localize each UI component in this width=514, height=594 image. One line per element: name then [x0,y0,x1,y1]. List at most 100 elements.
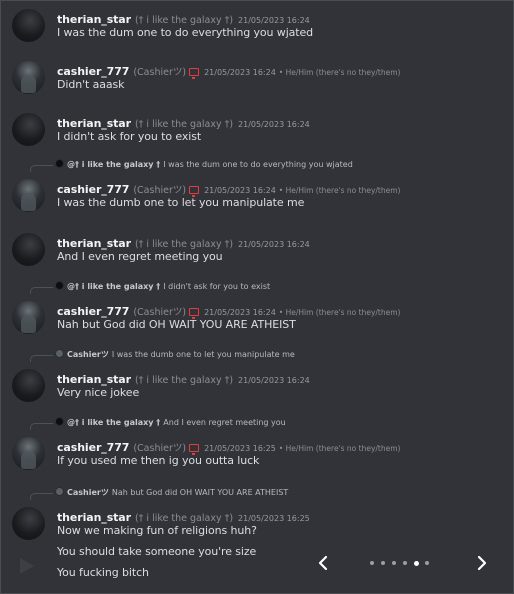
nickname: (Cashierツ) [133,185,187,196]
reply-connector [30,165,53,172]
username[interactable]: therian_star [57,511,131,524]
nickname: († i like the galaxy †) [134,15,234,26]
play-icon[interactable] [20,558,34,574]
message-header: therian_star († i like the galaxy †) 21/05… [57,368,310,387]
timestamp: 21/05/2023 16:24 [238,240,310,249]
user-avatar[interactable] [12,9,45,42]
message-text: If you used me then ig you outta luck [57,454,260,467]
pronouns: • He/Him (there's no they/them) [278,68,401,77]
reply-text: I didn't ask for you to exist [163,282,271,291]
username[interactable]: therian_star [57,117,131,130]
user-avatar[interactable] [12,179,45,212]
reply-connector [30,493,53,500]
user-avatar[interactable] [12,233,45,266]
timestamp: 21/05/2023 16:24 [204,68,276,77]
moderator-icon [189,444,200,455]
carousel-prev-button[interactable] [317,555,329,576]
username[interactable]: therian_star [57,13,131,26]
user-avatar[interactable] [12,113,45,146]
carousel-dot[interactable] [403,561,407,565]
carousel-next-button[interactable] [476,555,488,576]
message-header: cashier_777 (Cashierツ) 21/05/2023 16:25 • H… [57,436,400,455]
reply-preview[interactable]: @† i like the galaxy † And I even regret … [55,417,286,427]
username[interactable]: therian_star [57,237,131,250]
carousel-dot[interactable] [414,560,419,566]
reply-author[interactable]: Cashierツ [67,350,109,359]
message-text: Now we making fun of religions huh? [57,524,257,537]
message-text: You should take someone you're size [57,545,257,558]
reply-preview[interactable]: @† i like the galaxy † I didn't ask for y… [55,281,270,291]
reply-connector [30,423,53,430]
reply-preview[interactable]: Cashierツ I was the dumb one to let you ma… [55,349,295,360]
reply-text: And I even regret meeting you [163,418,286,427]
reply-avatar [55,159,64,168]
message-text: I was the dumb one to let you manipulate… [57,196,305,209]
reply-author[interactable]: @† i like the galaxy † [67,418,160,427]
nickname: (Cashierツ) [133,443,187,454]
reply-preview[interactable]: Cashierツ Nah but God did OH WAIT YOU ARE … [55,487,288,498]
user-avatar[interactable] [12,61,45,94]
timestamp: 21/05/2023 16:24 [204,186,276,195]
reply-avatar [55,349,64,358]
reply-author[interactable]: @† i like the galaxy † [67,160,160,169]
message-text: I didn't ask for you to exist [57,130,202,143]
nickname: (Cashierツ) [133,67,187,78]
message-text: And I even regret meeting you [57,250,223,263]
message-text: You fucking bitch [57,566,149,579]
timestamp: 21/05/2023 16:25 [204,444,276,453]
carousel-dot[interactable] [392,561,396,565]
username[interactable]: cashier_777 [57,441,129,454]
message-header: therian_star († i like the galaxy †) 21/05… [57,8,310,27]
username[interactable]: cashier_777 [57,65,129,78]
message-header: therian_star († i like the galaxy †) 21/05… [57,232,310,251]
carousel-dot[interactable] [370,561,374,565]
nickname: († i like the galaxy †) [134,513,234,524]
message-text: I was the dum one to do everything you w… [57,26,314,39]
pronouns: • He/Him (there's no they/them) [278,186,401,195]
reply-avatar [55,487,64,496]
chat-log: therian_star († i like the galaxy †) 21/05… [0,0,514,594]
username[interactable]: cashier_777 [57,183,129,196]
reply-connector [30,287,53,294]
reply-text: I was the dumb one to let you manipulate… [111,350,295,359]
reply-author[interactable]: @† i like the galaxy † [67,282,160,291]
timestamp: 21/05/2023 16:24 [238,16,310,25]
username[interactable]: therian_star [57,373,131,386]
pronouns: • He/Him (there's no they/them) [278,444,401,453]
reply-preview[interactable]: @† i like the galaxy † I was the dum one … [55,159,353,169]
message-header: therian_star († i like the galaxy †) 21/05… [57,506,310,525]
message-text: Very nice jokee [57,386,140,399]
timestamp: 21/05/2023 16:24 [238,120,310,129]
timestamp: 21/05/2023 16:25 [238,514,310,523]
message-text: Didn't aaask [57,78,125,91]
message-header: therian_star († i like the galaxy †) 21/05… [57,112,310,131]
user-avatar[interactable] [12,437,45,470]
nickname: († i like the galaxy †) [134,239,234,250]
moderator-icon [189,308,200,319]
username[interactable]: cashier_777 [57,305,129,318]
reply-avatar [55,281,64,290]
message-header: cashier_777 (Cashierツ) 21/05/2023 16:24 • H… [57,60,400,79]
moderator-icon [189,186,200,197]
reply-text: I was the dum one to do everything you w… [163,160,353,169]
reply-text: Nah but God did OH WAIT YOU ARE ATHEIST [111,488,289,497]
nickname: († i like the galaxy †) [134,375,234,386]
reply-connector [30,355,53,362]
carousel-dot[interactable] [425,561,429,565]
reply-author[interactable]: Cashierツ [67,488,109,497]
moderator-icon [189,68,200,79]
user-avatar[interactable] [12,301,45,334]
timestamp: 21/05/2023 16:24 [204,308,276,317]
chevron-left-icon [318,555,328,571]
user-avatar[interactable] [12,507,45,540]
message-header: cashier_777 (Cashierツ) 21/05/2023 16:24 • H… [57,178,400,197]
user-avatar[interactable] [12,369,45,402]
timestamp: 21/05/2023 16:24 [238,376,310,385]
reply-avatar [55,417,64,426]
nickname: († i like the galaxy †) [134,119,234,130]
carousel-dot[interactable] [381,561,385,565]
message-header: cashier_777 (Cashierツ) 21/05/2023 16:24 • H… [57,300,400,319]
message-text: Nah but God did OH WAIT YOU ARE ATHEIST [57,318,296,331]
pronouns: • He/Him (there's no they/them) [278,308,401,317]
nickname: (Cashierツ) [133,307,187,318]
